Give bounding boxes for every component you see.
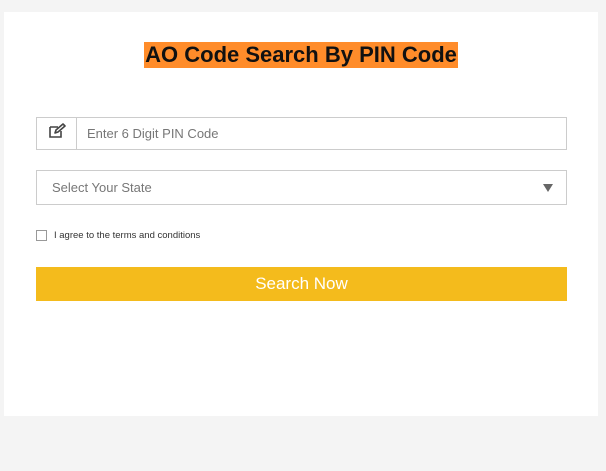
state-select-value: Select Your State [52,180,152,195]
pin-code-input[interactable] [77,118,566,149]
form-card: AO Code Search By PIN Code Select Your S… [4,12,598,416]
terms-checkbox[interactable] [36,230,47,241]
page-title: AO Code Search By PIN Code [144,42,458,68]
pin-field-addon [37,118,77,149]
title-wrap: AO Code Search By PIN Code [4,42,598,68]
edit-icon [48,123,66,144]
dropdown-arrow-icon [543,183,553,192]
terms-label[interactable]: I agree to the terms and conditions [54,230,200,241]
pin-code-field [36,117,567,150]
terms-agreement: I agree to the terms and conditions [36,230,200,241]
search-now-button[interactable]: Search Now [36,267,567,301]
state-select[interactable]: Select Your State [36,170,567,205]
